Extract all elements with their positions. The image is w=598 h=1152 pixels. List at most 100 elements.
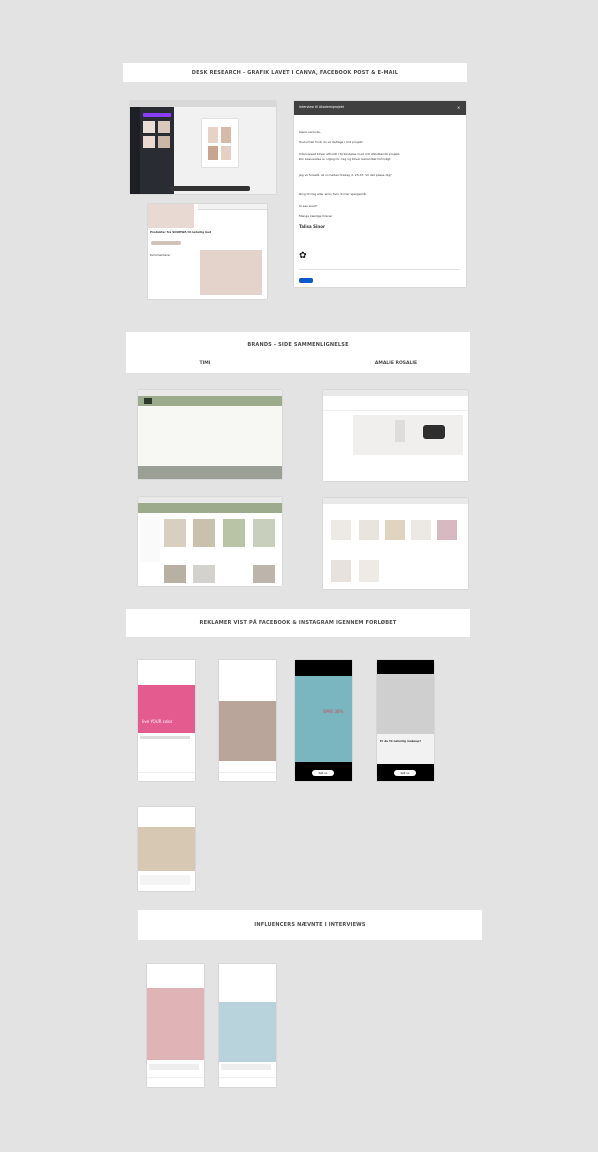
section-title-text: BRANDS - SIDE SAMMENLIGNELSE <box>247 342 349 348</box>
ad4-image[interactable] <box>377 674 434 734</box>
inf2-header <box>219 964 276 1002</box>
section-title-text: INFLUENCERS NÆVNTE I INTERVIEWS <box>254 922 366 928</box>
canva-panel-button[interactable] <box>143 113 171 117</box>
canva-screenshot <box>130 101 276 194</box>
email-close-icon[interactable]: × <box>457 106 461 110</box>
ad-phone-2 <box>219 660 276 781</box>
influencer-phone-1 <box>147 964 204 1087</box>
email-line-5: Ring til mig eller skriv hvis du har spø… <box>299 192 367 196</box>
ad5-image[interactable] <box>138 827 195 871</box>
email-greeting: Kære veninde, <box>299 130 321 134</box>
ad4-text: Er du til naturlig makeup? <box>380 739 422 743</box>
timi-header <box>138 396 282 406</box>
cta-label: Køb nu <box>318 771 328 775</box>
canva-thumb-1[interactable] <box>143 121 155 133</box>
timi-menu-footer <box>138 466 282 479</box>
ad-phone-1: live YOUR color <box>138 660 195 781</box>
ad2-image[interactable] <box>219 701 276 761</box>
amalie-product-2[interactable] <box>359 520 379 540</box>
amalie-products-screenshot <box>323 498 468 589</box>
facebook-post-screenshot: Produkter fra SOOHWA til naturlig hud Ko… <box>148 204 267 299</box>
email-line-4: Jeg vil foreslå, at vi mødes tirsdag d. … <box>299 173 392 177</box>
timi-header-2 <box>138 503 282 513</box>
inf1-image[interactable] <box>147 988 204 1060</box>
email-send-button[interactable] <box>299 278 313 283</box>
canva-product-3 <box>208 146 218 160</box>
amalie-home-screenshot <box>323 390 468 481</box>
canva-dock <box>170 186 250 191</box>
canva-product-1 <box>208 127 218 143</box>
ad4-cta-button[interactable]: Køb nu <box>394 770 416 776</box>
canva-thumb-3[interactable] <box>143 136 155 148</box>
ad-phone-4: Er du til naturlig makeup? Køb nu <box>377 660 434 781</box>
timi-menu-screenshot <box>138 390 282 479</box>
ad1-text: live YOUR color <box>142 719 173 724</box>
ad1-image[interactable] <box>138 685 195 733</box>
email-subject: Interview til Akademiprojekt <box>299 105 344 109</box>
email-line-7: Mange kærlige hilsner <box>299 214 333 218</box>
email-line-2: Interviewet bliver afholdt i forbindelse… <box>299 152 401 156</box>
email-line-1: Tusind tak fordi du vil deltage i mit pr… <box>299 140 364 144</box>
fb-nav-bar[interactable] <box>198 204 267 210</box>
ad2-tabbar[interactable] <box>219 772 276 781</box>
ad1-tabbar[interactable] <box>138 772 195 781</box>
ad1-header <box>138 660 195 684</box>
ad3-image[interactable] <box>295 676 352 762</box>
timi-product-card-1[interactable] <box>164 519 186 547</box>
canva-product-4 <box>221 146 231 160</box>
fb-feed-image <box>200 250 262 295</box>
fb-post-title: Produkter fra SOOHWA til naturlig hud <box>150 230 212 234</box>
timi-menu-panel <box>138 406 282 466</box>
ad2-header <box>219 660 276 700</box>
fb-reactions[interactable] <box>151 241 181 245</box>
section-title-influencers: INFLUENCERS NÆVNTE I INTERVIEWS <box>138 910 482 940</box>
cta-label: Køb nu <box>400 771 410 775</box>
email-line-6: Vi ses snart! <box>299 204 318 208</box>
section-title-ads: REKLAMER VIST PÅ FACEBOOK & INSTAGRAM IG… <box>126 609 470 637</box>
section-title-text: DESK RESEARCH - GRAFIK LAVET I CANVA, FA… <box>191 69 399 76</box>
fb-image <box>148 204 194 228</box>
inf1-tabbar[interactable] <box>147 1077 204 1087</box>
inf1-header <box>147 964 204 986</box>
influencer-phone-2 <box>219 964 276 1087</box>
amalie-product-5[interactable] <box>437 520 457 540</box>
ad5-footer <box>140 875 190 885</box>
ad3-text: SPAR 38% <box>323 709 344 714</box>
amalie-browser-bar <box>323 390 468 396</box>
timi-logo[interactable] <box>144 398 152 404</box>
timi-product-card-7[interactable] <box>253 565 275 583</box>
ad3-cta-button[interactable]: Køb nu <box>312 770 334 776</box>
amalie-product-1[interactable] <box>331 520 351 540</box>
inf2-caption <box>221 1064 271 1070</box>
canva-sidebar <box>130 107 140 194</box>
amalie-product-jar <box>423 425 445 439</box>
amalie-product-3[interactable] <box>385 520 405 540</box>
amalie-nav[interactable] <box>323 402 468 411</box>
inf2-image[interactable] <box>219 1002 276 1062</box>
ad-phone-3: SPAR 38% Køb nu <box>295 660 352 781</box>
timi-product-card-6[interactable] <box>193 565 215 583</box>
amalie-product-4[interactable] <box>411 520 431 540</box>
inf1-caption <box>149 1064 199 1070</box>
amalie-product-6[interactable] <box>331 560 351 582</box>
email-toolbar[interactable] <box>299 269 459 276</box>
fb-comments-label[interactable]: Kommentarer <box>150 253 171 257</box>
amalie-product-bottle <box>395 420 405 442</box>
timi-product-card-2[interactable] <box>193 519 215 547</box>
amalie-product-7[interactable] <box>359 560 379 582</box>
canva-thumb-4[interactable] <box>158 136 170 148</box>
canva-thumb-2[interactable] <box>158 121 170 133</box>
timi-product-card-5[interactable] <box>164 565 186 583</box>
ad5-header <box>138 807 195 825</box>
ad-phone-5 <box>138 807 195 891</box>
timi-product-card-4[interactable] <box>253 519 275 547</box>
section-title-text: REKLAMER VIST PÅ FACEBOOK & INSTAGRAM IG… <box>199 620 397 626</box>
timi-product-card-3[interactable] <box>223 519 245 547</box>
section-title-desk-research: DESK RESEARCH - GRAFIK LAVET I CANVA, FA… <box>123 63 467 82</box>
brand-label-amalie: AMALIE ROSALIE <box>374 361 418 366</box>
inf2-tabbar[interactable] <box>219 1077 276 1087</box>
timi-filter-sidebar[interactable] <box>140 517 160 562</box>
email-line-3: Din besvarelse er vigtig for mig og bliv… <box>299 157 392 161</box>
amalie-browser-bar-2 <box>323 498 468 504</box>
email-screenshot: Interview til Akademiprojekt × Kære veni… <box>294 101 466 287</box>
